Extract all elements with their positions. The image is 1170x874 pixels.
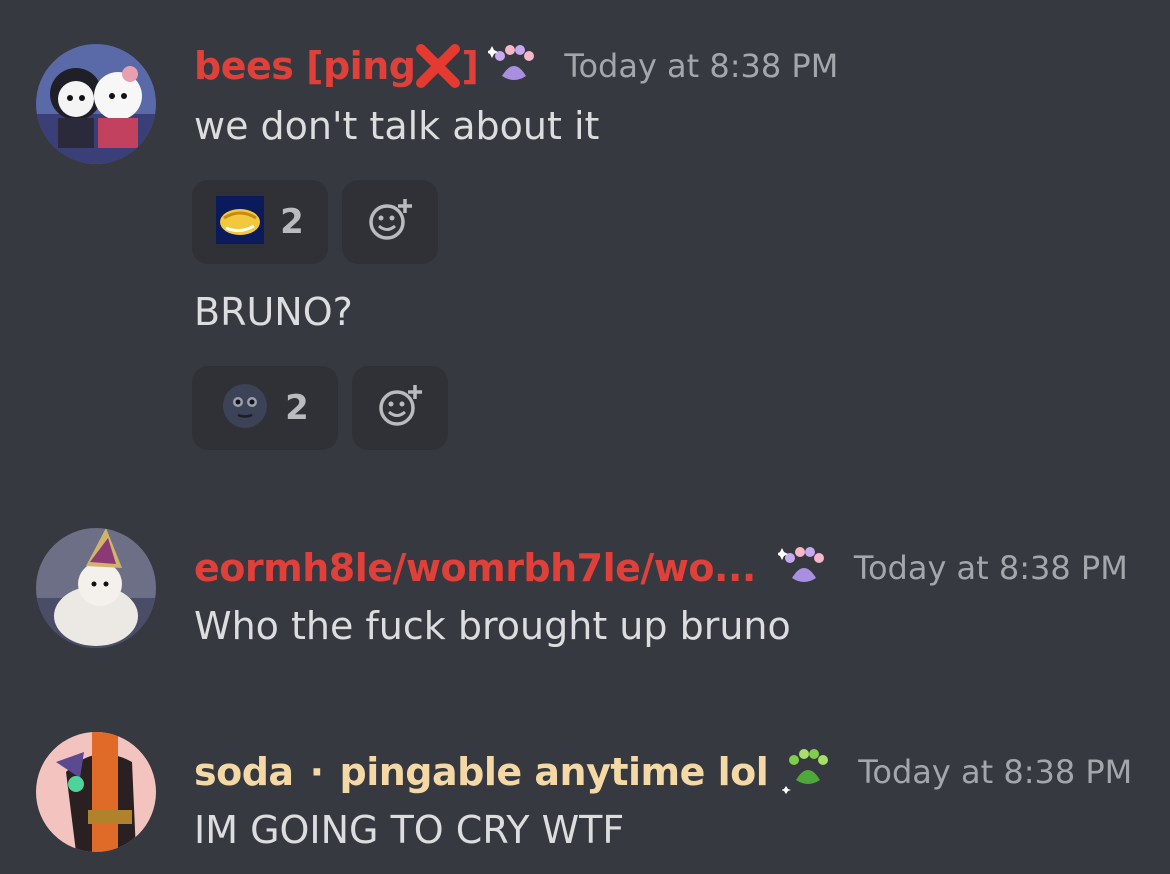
username-suffix: ] [461,44,479,88]
paw-badge-icon [486,42,540,90]
paw-badge-icon [775,544,830,592]
message-text-followup: BRUNO? [194,290,353,334]
username-tail: pingable anytime lol [339,750,769,794]
username[interactable]: eormh8le/womrbh7le/wo... [194,546,756,590]
reaction-count: 2 [280,202,304,242]
timestamp: Today at 8:38 PM [853,549,1128,587]
avatar[interactable] [36,44,156,164]
timestamp: Today at 8:38 PM [858,753,1133,791]
message-header: eormh8le/womrbh7le/wo... Today at 8:38 P… [194,544,1128,592]
message-header: bees [ping ] Today at 8:38 PM [194,42,838,90]
add-reaction-icon [377,383,423,433]
green-paw-badge-icon [781,746,834,798]
message-text: we don't talk about it [194,104,600,148]
timestamp: Today at 8:38 PM [564,47,839,85]
reaction-bread[interactable]: 2 [192,180,328,264]
cross-mark-icon [415,43,461,89]
username[interactable]: soda [194,750,294,794]
username[interactable]: bees [ping [194,44,416,88]
message-text: Who the fuck brought up bruno [194,604,791,648]
reaction-moon[interactable]: 2 [192,366,338,450]
avatar[interactable] [36,528,156,648]
add-reaction-icon [367,197,413,247]
reaction-count: 2 [285,388,309,428]
add-reaction-button[interactable] [342,180,438,264]
chat-view: bees [ping ] Today at 8:38 PM we don't t… [0,0,1170,874]
new-moon-face-emoji-icon [221,382,269,434]
avatar[interactable] [36,732,156,852]
message-text: IM GOING TO CRY WTF [194,808,625,852]
message-header: soda · pingable anytime lol Today at 8:3… [194,746,1132,798]
add-reaction-button[interactable] [352,366,448,450]
bread-emoji-icon [216,196,265,248]
username-separator: · [309,750,324,794]
